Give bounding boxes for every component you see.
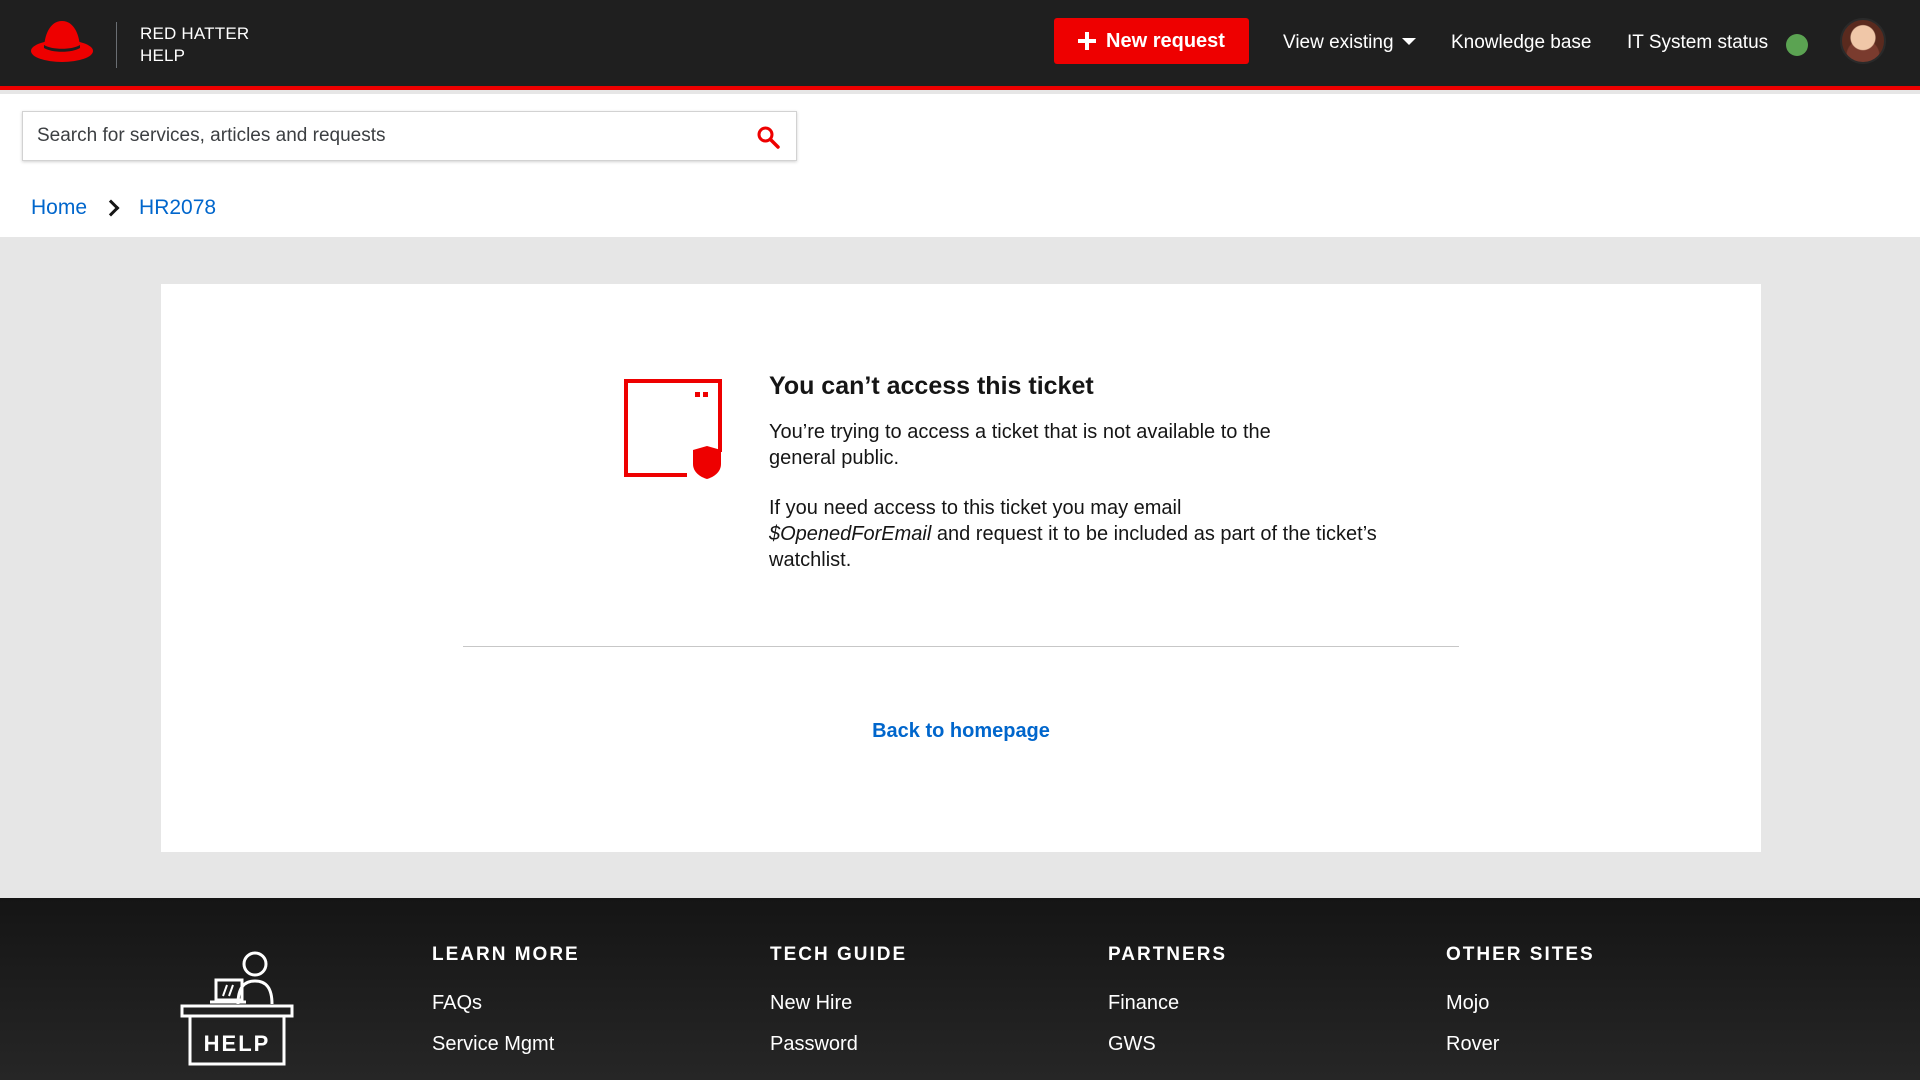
footer-link-mojo[interactable]: Mojo <box>1446 992 1595 1015</box>
footer-heading: OTHER SITES <box>1446 944 1595 965</box>
new-request-label: New request <box>1106 29 1225 52</box>
chevron-right-icon <box>102 199 120 217</box>
search-bar <box>22 111 797 161</box>
footer-link-rover[interactable]: Rover <box>1446 1033 1595 1056</box>
plus-icon <box>1078 32 1097 50</box>
knowledge-base-link[interactable]: Knowledge base <box>1451 32 1592 54</box>
search-icon[interactable] <box>756 125 780 149</box>
help-desk-icon: HELP <box>180 951 294 1066</box>
footer-link-gws[interactable]: GWS <box>1108 1033 1227 1056</box>
top-navbar: RED HATTER HELP New request View existin… <box>0 0 1920 90</box>
footer-column-partners: PARTNERS Finance GWS <box>1108 944 1227 1056</box>
brand-name[interactable]: RED HATTER HELP <box>140 23 249 67</box>
status-indicator-icon <box>1786 34 1808 56</box>
footer-column-other-sites: OTHER SITES Mojo Rover <box>1446 944 1595 1056</box>
access-message: You can’t access this ticket You’re tryi… <box>769 372 1389 573</box>
brand-line-2: HELP <box>140 46 186 65</box>
breadcrumb-home[interactable]: Home <box>31 196 87 220</box>
footer-link-new-hire[interactable]: New Hire <box>770 992 907 1015</box>
footer-link-password[interactable]: Password <box>770 1033 907 1056</box>
card-divider <box>463 646 1459 647</box>
breadcrumb-ticket[interactable]: HR2078 <box>139 196 216 220</box>
footer-heading: TECH GUIDE <box>770 944 908 965</box>
message-title: You can’t access this ticket <box>769 372 1094 400</box>
access-denied-card: You can’t access this ticket You’re tryi… <box>161 284 1761 852</box>
user-avatar[interactable] <box>1840 18 1886 64</box>
footer-link-faqs[interactable]: FAQs <box>432 992 580 1015</box>
back-to-homepage-link[interactable]: Back to homepage <box>161 720 1761 743</box>
subheader: Home HR2078 <box>0 94 1920 237</box>
breadcrumb: Home HR2078 <box>31 196 216 220</box>
instructions-text-1: If you need access to this ticket you ma… <box>769 497 1182 519</box>
message-description: You’re trying to access a ticket that is… <box>769 421 1271 469</box>
restricted-document-icon <box>624 379 725 480</box>
footer-column-learn-more: LEARN MORE FAQs Service Mgmt <box>432 944 580 1056</box>
footer-column-tech-guide: TECH GUIDE New Hire Password <box>770 944 907 1056</box>
footer-link-service-mgmt[interactable]: Service Mgmt <box>432 1033 580 1056</box>
message-instructions: If you need access to this ticket you ma… <box>769 495 1389 573</box>
footer: HELP LEARN MORE FAQs Service Mgmt TECH G… <box>0 898 1920 1080</box>
caret-down-icon <box>1401 38 1416 45</box>
brand-divider <box>116 22 117 68</box>
footer-link-finance[interactable]: Finance <box>1108 992 1227 1015</box>
new-request-button[interactable]: New request <box>1054 18 1249 64</box>
footer-heading: PARTNERS <box>1108 944 1228 965</box>
help-sign-text: HELP <box>204 1031 271 1056</box>
search-input[interactable] <box>23 112 743 160</box>
view-existing-dropdown[interactable]: View existing <box>1283 32 1416 54</box>
view-existing-label: View existing <box>1283 32 1394 53</box>
it-system-status-link[interactable]: IT System status <box>1627 32 1768 54</box>
red-hat-logo-icon[interactable] <box>30 17 94 67</box>
opened-for-email: $OpenedForEmail <box>769 523 932 545</box>
brand-line-1: RED HATTER <box>140 24 250 43</box>
footer-heading: LEARN MORE <box>432 944 580 965</box>
